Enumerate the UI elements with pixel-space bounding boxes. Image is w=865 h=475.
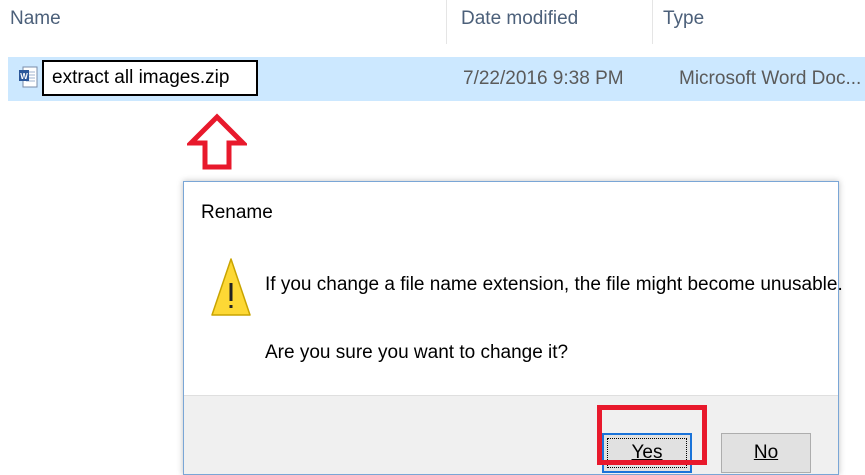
column-separator[interactable] [652, 0, 653, 44]
column-header-name[interactable]: Name [10, 8, 61, 30]
warning-icon [211, 258, 251, 316]
red-highlight-box [597, 405, 707, 465]
rename-input[interactable]: extract all images.zip [42, 60, 258, 96]
dialog-question: Are you sure you want to change it? [265, 342, 569, 363]
red-up-arrow-icon [187, 113, 247, 170]
word-document-icon: W [19, 66, 38, 88]
no-button-label: No [753, 442, 779, 463]
file-row[interactable]: W extract all images.zip 7/22/2016 9:38 … [8, 57, 865, 101]
dialog-footer: Yes No [184, 395, 838, 474]
rename-dialog: Rename If you change a file name extensi… [183, 181, 843, 475]
column-separator[interactable] [446, 0, 447, 44]
column-header-date-modified[interactable]: Date modified [461, 8, 578, 30]
dialog-message: If you change a file name extension, the… [265, 274, 843, 295]
no-button[interactable]: No [721, 433, 811, 473]
svg-text:W: W [20, 72, 28, 81]
column-header-type[interactable]: Type [663, 8, 704, 30]
dialog-title: Rename [201, 202, 273, 223]
file-name-text: extract all images.zip [52, 67, 230, 88]
file-date-modified: 7/22/2016 9:38 PM [463, 68, 624, 89]
file-type: Microsoft Word Doc... [679, 68, 862, 89]
